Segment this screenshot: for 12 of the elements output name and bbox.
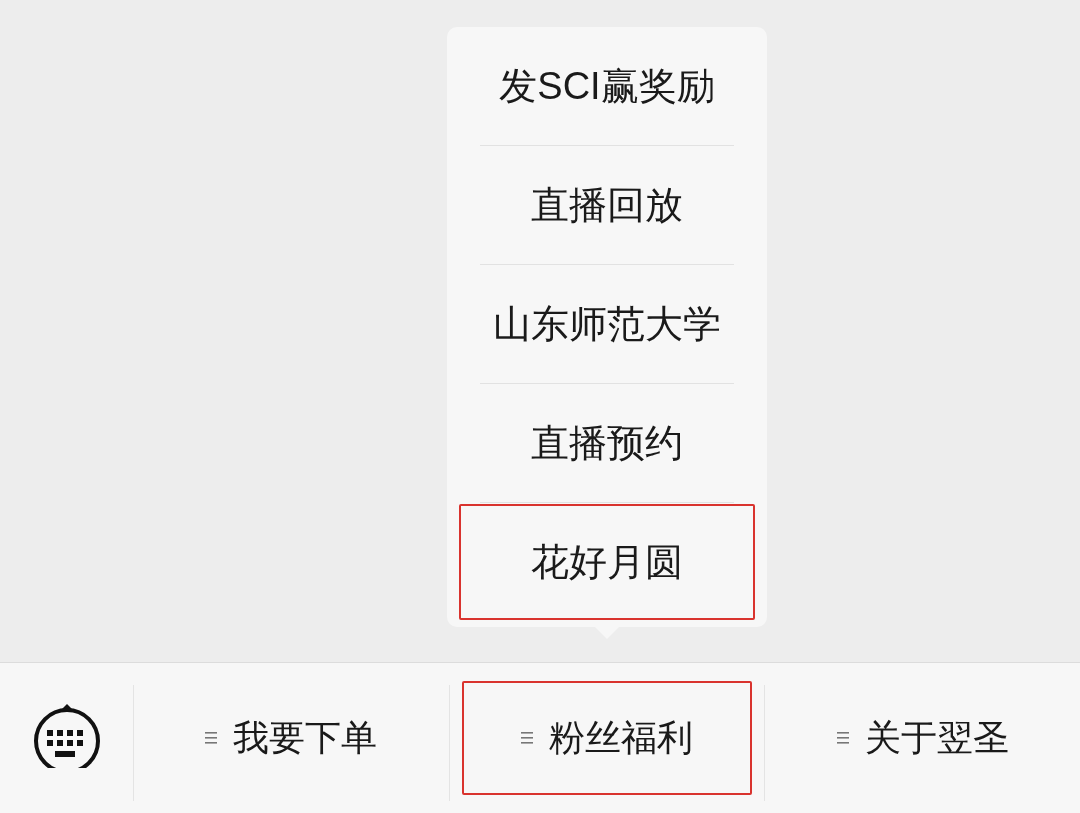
menu-icon (836, 731, 849, 746)
menu-icon (205, 731, 218, 746)
menu-icon (521, 731, 533, 746)
menu-item[interactable]: 山东师范大学 (459, 266, 755, 382)
menu-item[interactable]: 发SCI赢奖励 (459, 28, 755, 144)
menu-item[interactable]: 直播回放 (459, 147, 755, 263)
menu-tab[interactable]: 粉丝福利 (462, 681, 752, 796)
keyboard-icon[interactable] (32, 704, 101, 769)
menu-tab[interactable]: 关于翌圣 (777, 681, 1068, 796)
menu-item[interactable]: 直播预约 (459, 385, 755, 501)
menu-tab[interactable]: 我要下单 (146, 681, 437, 796)
menu-item[interactable]: 花好月圆 (459, 504, 755, 620)
